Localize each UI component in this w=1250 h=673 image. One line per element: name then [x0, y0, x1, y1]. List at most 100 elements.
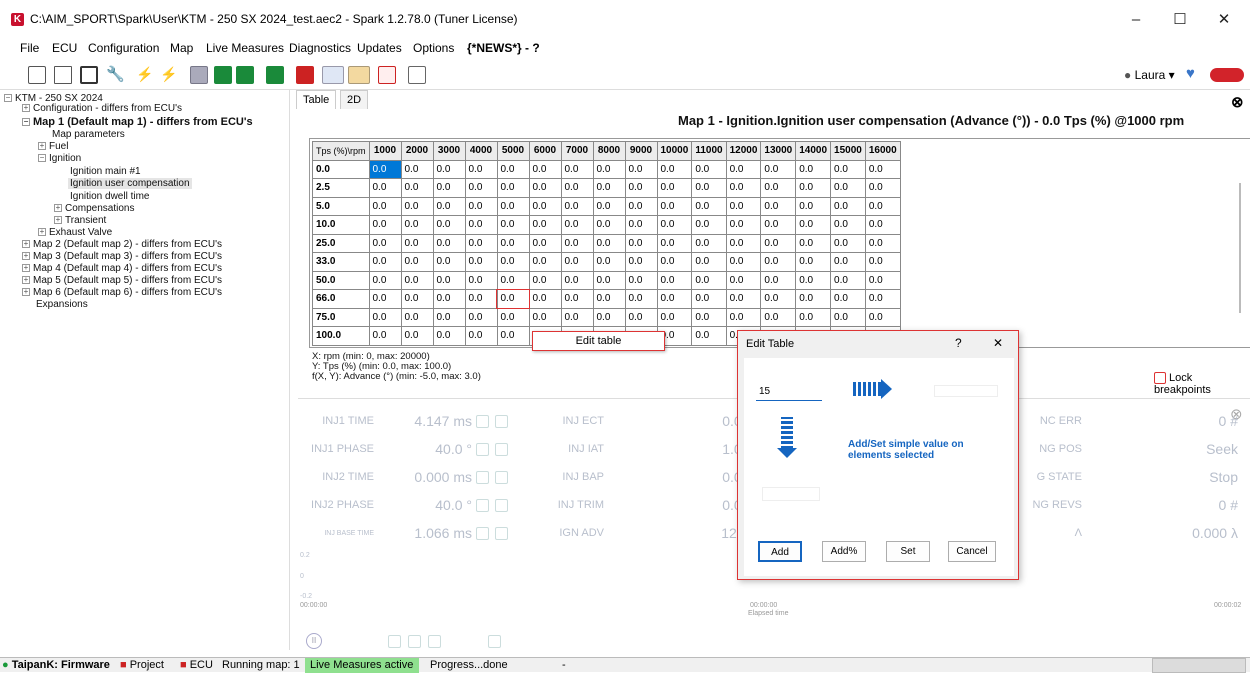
column-header[interactable]: 13000 [760, 141, 797, 161]
expand-icon[interactable]: + [22, 104, 30, 113]
table-cell[interactable]: 0.0 [464, 289, 498, 309]
table-cell[interactable]: 0.0 [400, 215, 434, 235]
open-folder-icon[interactable] [54, 66, 72, 84]
maximize-button[interactable]: ☐ [1158, 8, 1202, 32]
table-cell[interactable]: 0.0 [464, 252, 498, 272]
table-cell[interactable]: 0.0 [656, 159, 693, 179]
add-percent-button[interactable]: Add% [822, 541, 866, 562]
table-cell[interactable]: 0.0 [464, 215, 498, 235]
table-cell[interactable]: 0.0 [528, 159, 562, 179]
table-cell[interactable]: 0.0 [656, 307, 693, 327]
row-header[interactable]: 75.0 [312, 307, 370, 327]
table-cell[interactable]: 0.0 [624, 178, 658, 198]
table-cell[interactable]: 0.0 [864, 252, 901, 272]
upload-map-icon[interactable] [236, 66, 254, 84]
table-cell[interactable]: 0.0 [760, 233, 797, 253]
menu-map[interactable]: Map [170, 41, 193, 55]
table-cell[interactable]: 0.0 [624, 289, 658, 309]
tree-node-exhaust-valve[interactable]: + Exhaust Valve [38, 227, 112, 238]
table-cell[interactable]: 0.0 [864, 307, 901, 327]
expand-icon[interactable]: + [22, 264, 30, 273]
collapse-icon[interactable]: − [22, 118, 30, 127]
graph-measure-icon[interactable] [495, 471, 508, 484]
table-cell[interactable]: 0.0 [656, 252, 693, 272]
values-view-icon[interactable] [348, 66, 370, 84]
table-cell[interactable]: 0.0 [760, 196, 797, 216]
table-cell[interactable]: 0.0 [656, 196, 693, 216]
expand-icon[interactable]: + [22, 276, 30, 285]
table-cell[interactable]: 0.0 [368, 215, 402, 235]
table-cell[interactable]: 0.0 [496, 252, 530, 272]
help-button[interactable]: ? [955, 336, 962, 350]
table-cell[interactable]: 0.0 [528, 215, 562, 235]
table-cell[interactable]: 0.0 [528, 196, 562, 216]
ecu-icon[interactable] [190, 66, 208, 84]
table-cell[interactable]: 0.0 [656, 270, 693, 290]
close-dialog-button[interactable]: ✕ [993, 336, 1003, 350]
table-cell[interactable]: 0.0 [624, 233, 658, 253]
table-cell[interactable]: 0.0 [368, 196, 402, 216]
edit-measure-icon[interactable] [476, 443, 489, 456]
table-cell[interactable]: 0.0 [624, 215, 658, 235]
tree-node-map6[interactable]: + Map 6 (Default map 6) - differs from EC… [22, 287, 222, 298]
table-cell[interactable]: 0.0 [830, 159, 866, 179]
table-cell[interactable]: 0.0 [760, 289, 797, 309]
row-header[interactable]: 2.5 [312, 178, 370, 198]
table-cell[interactable]: 0.0 [624, 307, 658, 327]
table-cell[interactable]: 0.0 [656, 178, 693, 198]
table-cell[interactable]: 0.0 [864, 289, 901, 309]
table-cell[interactable]: 0.0 [496, 307, 530, 327]
tree-node-ignition-main[interactable]: Ignition main #1 [70, 166, 141, 177]
table-cell[interactable]: 0.0 [624, 270, 658, 290]
menu-file[interactable]: File [20, 41, 39, 55]
table-cell[interactable]: 0.0 [691, 289, 727, 309]
table-cell[interactable]: 0.0 [795, 215, 832, 235]
table-cell[interactable]: 0.0 [725, 233, 762, 253]
table-cell[interactable]: 0.0 [400, 270, 434, 290]
tree-node-map-parameters[interactable]: Map parameters [52, 129, 125, 140]
table-cell[interactable]: 0.0 [691, 326, 727, 346]
tree-node-map5[interactable]: + Map 5 (Default map 5) - differs from EC… [22, 275, 222, 286]
map-compare-icon[interactable] [296, 66, 314, 84]
table-cell[interactable]: 0.0 [592, 289, 626, 309]
map-transfer-icon[interactable] [266, 66, 284, 84]
column-header[interactable]: 7000 [560, 141, 594, 161]
expand-icon[interactable]: + [54, 204, 62, 213]
tree-node-transient[interactable]: + Transient [54, 215, 106, 226]
table-cell[interactable]: 0.0 [725, 178, 762, 198]
disconnect-icon[interactable]: ⚡ [136, 66, 154, 84]
table-cell[interactable]: 0.0 [400, 252, 434, 272]
tree-node-ignition[interactable]: − Ignition [38, 153, 81, 164]
row-header[interactable]: 25.0 [312, 233, 370, 253]
table-cell[interactable]: 0.0 [656, 289, 693, 309]
table-cell[interactable]: 0.0 [560, 159, 594, 179]
expand-icon[interactable]: + [54, 216, 62, 225]
graph-measure-icon[interactable] [495, 443, 508, 456]
table-cell[interactable]: 0.0 [795, 289, 832, 309]
table-cell[interactable]: 0.0 [368, 270, 402, 290]
tree-node-compensations[interactable]: + Compensations [54, 203, 134, 214]
expand-icon[interactable]: + [38, 142, 46, 151]
menu-options[interactable]: Options [413, 41, 454, 55]
expand-icon[interactable]: + [22, 252, 30, 261]
column-header[interactable]: 9000 [624, 141, 658, 161]
set-button[interactable]: Set [886, 541, 930, 562]
help-balloon-icon[interactable]: ♥ [1186, 65, 1202, 83]
table-cell[interactable]: 0.0 [725, 270, 762, 290]
table-cell[interactable]: 0.0 [725, 289, 762, 309]
table-cell[interactable]: 0.0 [592, 252, 626, 272]
table-cell[interactable]: 0.0 [496, 178, 530, 198]
expand-icon[interactable]: + [38, 228, 46, 237]
table-cell[interactable]: 0.0 [760, 307, 797, 327]
table-cell[interactable]: 0.0 [592, 178, 626, 198]
table-cell[interactable]: 0.0 [592, 270, 626, 290]
table-cell[interactable]: 0.0 [464, 233, 498, 253]
menu-ecu[interactable]: ECU [52, 41, 77, 55]
menu-configuration[interactable]: Configuration [88, 41, 159, 55]
table-cell[interactable]: 0.0 [432, 159, 466, 179]
table-cell[interactable]: 0.0 [592, 196, 626, 216]
menu-news[interactable]: {*NEWS*} - ? [467, 41, 540, 55]
tab-table[interactable]: Table [296, 90, 337, 109]
save-icon[interactable] [80, 66, 98, 84]
expand-icon[interactable]: + [22, 288, 30, 297]
